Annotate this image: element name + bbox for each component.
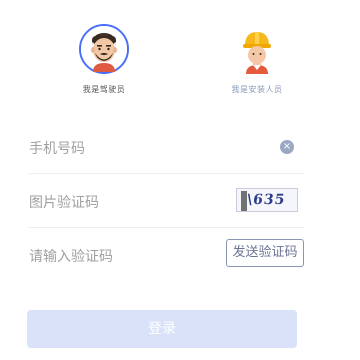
phone-placeholder: 手机号码 xyxy=(29,141,85,157)
role-installer-option[interactable]: 我是安装人员 xyxy=(212,24,302,95)
installer-avatar-icon[interactable] xyxy=(232,24,282,74)
captcha-image[interactable]: \635 xyxy=(236,188,298,212)
captcha-placeholder: 图片验证码 xyxy=(29,195,99,211)
send-code-button[interactable]: 发送验证码 xyxy=(226,239,304,267)
role-driver-option[interactable]: 我是驾驶员 xyxy=(59,24,149,95)
login-button[interactable]: 登录 xyxy=(27,310,297,348)
clear-icon[interactable]: × xyxy=(280,140,294,154)
captcha-text: \635 xyxy=(245,192,287,208)
sms-code-field[interactable]: 请输入验证码 发送验证码 xyxy=(29,228,304,282)
role-selector: 我是驾驶员 我是安装人员 xyxy=(0,0,360,100)
captcha-field[interactable]: 图片验证码 \635 xyxy=(29,174,304,228)
role-driver-label: 我是驾驶员 xyxy=(82,85,126,94)
driver-avatar-icon[interactable] xyxy=(79,24,129,74)
role-installer-label: 我是安装人员 xyxy=(231,85,283,94)
sms-code-placeholder: 请输入验证码 xyxy=(29,249,113,265)
phone-field[interactable]: 手机号码 × xyxy=(29,120,304,174)
